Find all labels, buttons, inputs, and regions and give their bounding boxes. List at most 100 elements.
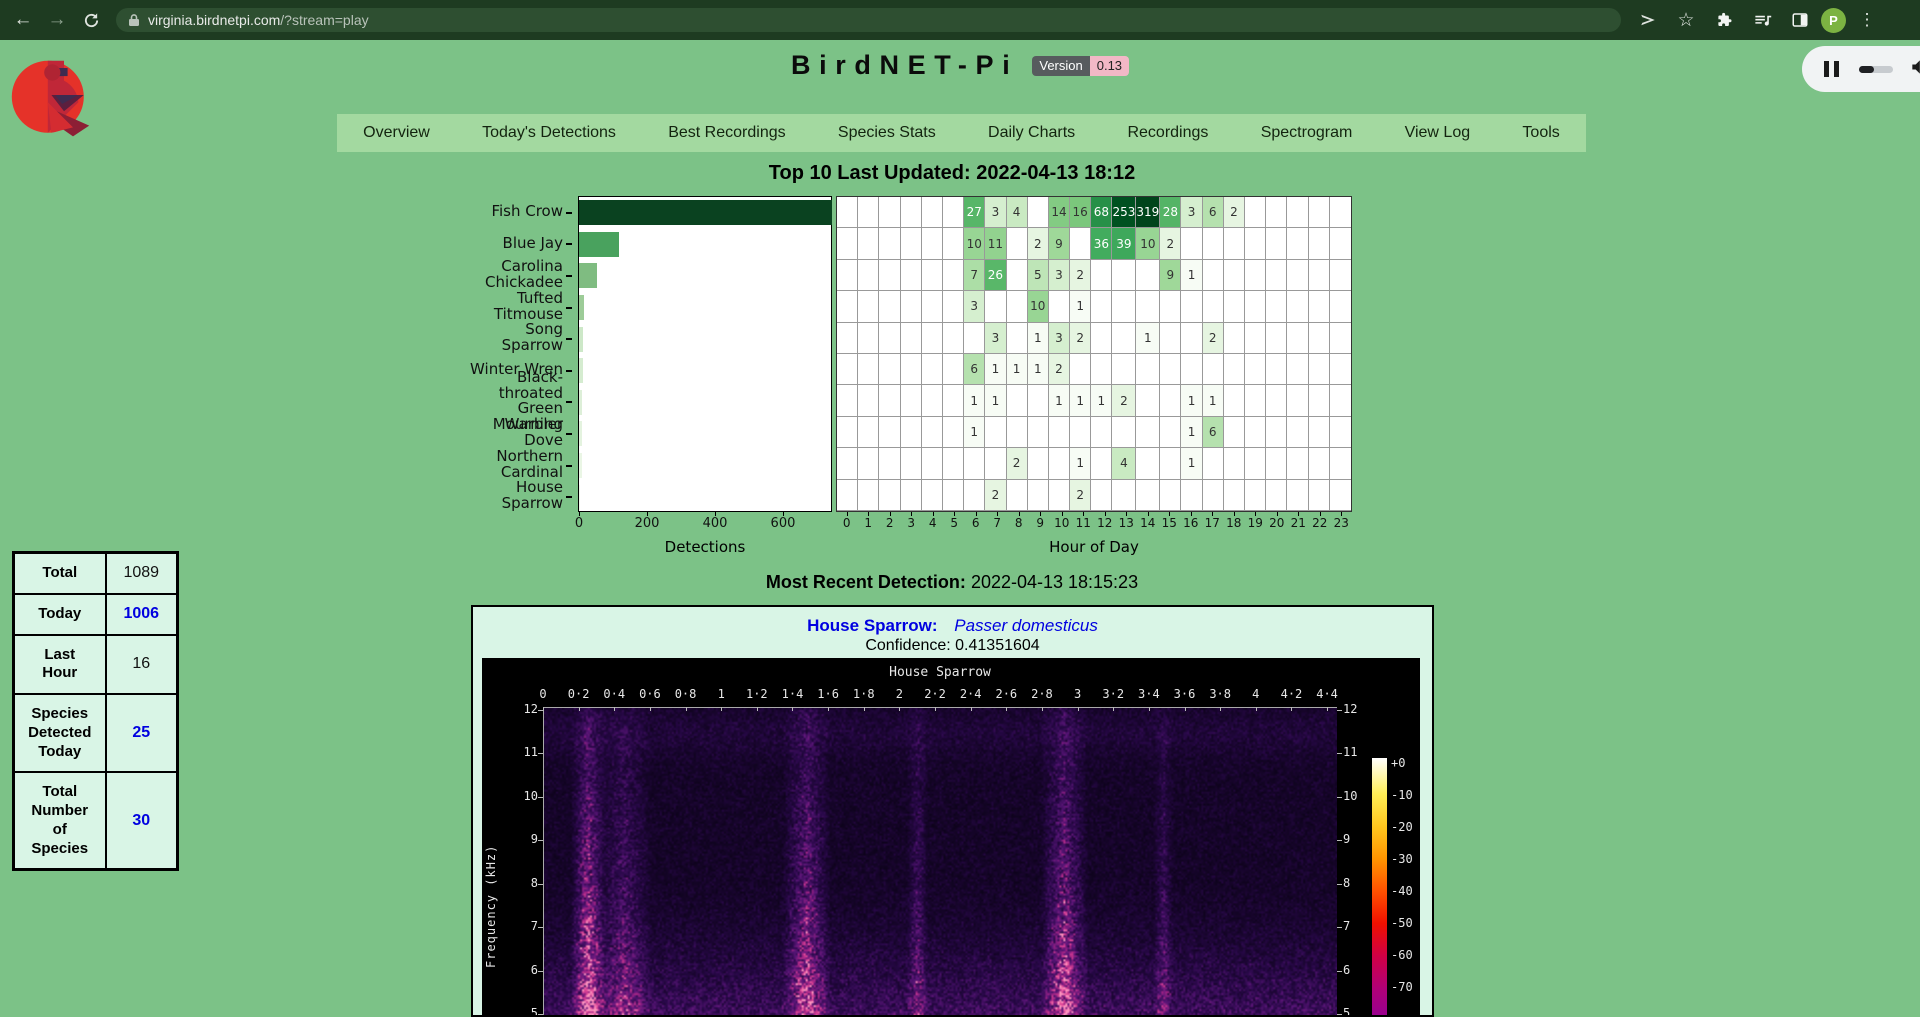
species-label: Black-throated Green Warbler bbox=[460, 386, 572, 418]
heatmap-cell bbox=[879, 448, 900, 479]
stat-value[interactable]: 30 bbox=[106, 772, 178, 870]
nav-item-spectrogram[interactable]: Spectrogram bbox=[1253, 124, 1361, 142]
spectrogram-time-tick-label: 4 bbox=[1252, 687, 1259, 701]
heatmap-cell: 2 bbox=[1224, 197, 1245, 228]
nav-item-today-s-detections[interactable]: Today's Detections bbox=[474, 124, 624, 142]
bar-tick-label: 600 bbox=[771, 516, 796, 531]
heatmap-cell: 3 bbox=[1181, 197, 1202, 228]
recent-detection-label: Most Recent Detection: bbox=[766, 572, 966, 592]
spectrogram-freq-tick-mark-right bbox=[1337, 753, 1342, 754]
heatmap-cell: 2 bbox=[1160, 228, 1181, 259]
seek-handle[interactable] bbox=[1859, 66, 1874, 73]
audio-player bbox=[1802, 46, 1920, 92]
heatmap-cell bbox=[1287, 228, 1308, 259]
reload-icon[interactable] bbox=[74, 3, 108, 37]
spectrogram-freq-tick-mark-right bbox=[1337, 840, 1342, 841]
heatmap-cell bbox=[901, 228, 922, 259]
nav-item-tools[interactable]: Tools bbox=[1514, 124, 1567, 142]
spectrogram-time-tick-mark bbox=[1149, 707, 1150, 711]
spectrogram-freq-tick-label-right: 7 bbox=[1343, 919, 1381, 933]
heatmap-cell bbox=[1224, 480, 1245, 511]
spectrogram-freq-tick-mark-left bbox=[538, 971, 543, 972]
heatmap-cell bbox=[1203, 228, 1224, 259]
species-label: Carolina Chickadee bbox=[460, 259, 572, 291]
heatmap-cell bbox=[922, 417, 943, 448]
hour-tick-label: 12 bbox=[1094, 516, 1116, 530]
hour-tick-mark bbox=[976, 512, 977, 516]
hour-tick-mark bbox=[933, 512, 934, 516]
spectrogram-freq-tick-label-right: 10 bbox=[1343, 789, 1381, 803]
heatmap-cell: 7 bbox=[964, 260, 985, 291]
nav-item-view-log[interactable]: View Log bbox=[1397, 124, 1479, 142]
url-bar[interactable]: virginia.birdnetpi.com/?stream=play bbox=[116, 8, 1621, 32]
heatmap-cell: 1 bbox=[1203, 385, 1224, 416]
stats-table: Total1089Today1006Last Hour16Species Det… bbox=[12, 551, 179, 871]
species-label: House Sparrow bbox=[460, 480, 572, 512]
spectrogram-freq-tick-mark-left bbox=[538, 753, 543, 754]
heatmap-cell bbox=[1007, 480, 1028, 511]
heatmap-cell bbox=[879, 480, 900, 511]
version-badge: Version 0.13 bbox=[1032, 56, 1129, 76]
nav-item-species-stats[interactable]: Species Stats bbox=[830, 124, 944, 142]
hour-labels: 01234567891011121314151617181920212223 bbox=[836, 516, 1352, 530]
spectrogram: House Sparrow Frequency (kHz) 00·20·40·6… bbox=[482, 658, 1420, 1017]
spectrogram-time-tick-mark bbox=[543, 707, 544, 711]
reload-glyph bbox=[83, 12, 100, 29]
recent-detection-line: Most Recent Detection: 2022-04-13 18:15:… bbox=[0, 572, 1904, 593]
browser-menu-icon[interactable]: ⋮ bbox=[1850, 3, 1884, 37]
volume-glyph bbox=[1909, 57, 1920, 77]
heatmap-cell bbox=[901, 417, 922, 448]
spectrogram-freq-tick-label-right: 8 bbox=[1343, 876, 1381, 890]
hour-tick-mark bbox=[911, 512, 912, 516]
heatmap-cell bbox=[1070, 417, 1091, 448]
profile-avatar[interactable]: P bbox=[1821, 8, 1846, 33]
stat-value[interactable]: 25 bbox=[106, 694, 178, 772]
hour-tick-mark bbox=[1255, 512, 1256, 516]
recent-detection-value: 2022-04-13 18:15:23 bbox=[971, 572, 1138, 592]
heatmap-cell bbox=[1245, 197, 1266, 228]
heatmap-cell bbox=[922, 260, 943, 291]
heatmap-cell bbox=[837, 323, 858, 354]
detection-common-name[interactable]: House Sparrow: bbox=[807, 616, 937, 635]
heatmap-cell bbox=[943, 323, 964, 354]
detection-scientific-name: Passer domesticus bbox=[954, 616, 1098, 635]
send-icon[interactable] bbox=[1631, 3, 1665, 37]
spectrogram-time-tick-mark bbox=[971, 707, 972, 711]
back-icon[interactable]: ← bbox=[6, 3, 40, 37]
heatmap-cell bbox=[1309, 197, 1330, 228]
hour-tick-label: 23 bbox=[1331, 516, 1353, 530]
hour-tick-mark bbox=[868, 512, 869, 516]
nav-item-best-recordings[interactable]: Best Recordings bbox=[660, 124, 793, 142]
heatmap-cell bbox=[901, 291, 922, 322]
spectrogram-time-tick-mark bbox=[1220, 707, 1221, 711]
spectrogram-time-tick-mark bbox=[1185, 707, 1186, 711]
bookmark-star-icon[interactable]: ☆ bbox=[1669, 3, 1703, 37]
seek-bar[interactable] bbox=[1859, 66, 1893, 73]
heatmap-cell bbox=[1330, 323, 1351, 354]
extensions-puzzle-icon[interactable] bbox=[1707, 3, 1741, 37]
media-playlist-icon[interactable] bbox=[1745, 3, 1779, 37]
heatmap-cell bbox=[1091, 417, 1112, 448]
heatmap-cell: 6 bbox=[964, 354, 985, 385]
nav-item-recordings[interactable]: Recordings bbox=[1119, 124, 1216, 142]
heatmap-cell: 1 bbox=[1136, 323, 1160, 354]
page-title: BirdNET-Pi bbox=[791, 50, 1018, 81]
nav-item-daily-charts[interactable]: Daily Charts bbox=[980, 124, 1083, 142]
heatmap-cell: 26 bbox=[985, 260, 1006, 291]
spectrogram-freq-tick-label-right: 12 bbox=[1343, 702, 1381, 716]
hour-tick-mark bbox=[1341, 512, 1342, 516]
heatmap-cell bbox=[922, 480, 943, 511]
stat-value[interactable]: 1006 bbox=[106, 594, 178, 635]
spectrogram-colorbar-tick-label: -60 bbox=[1391, 948, 1413, 962]
heatmap-cell bbox=[837, 228, 858, 259]
nav-item-overview[interactable]: Overview bbox=[355, 124, 438, 142]
forward-icon[interactable]: → bbox=[40, 3, 74, 37]
volume-icon[interactable] bbox=[1909, 57, 1920, 82]
side-panel-icon[interactable] bbox=[1783, 3, 1817, 37]
heatmap-cell: 2 bbox=[1028, 228, 1049, 259]
side-panel-glyph bbox=[1791, 11, 1809, 29]
pause-icon[interactable] bbox=[1824, 61, 1839, 77]
hour-tick-label: 18 bbox=[1223, 516, 1245, 530]
hour-tick-label: 11 bbox=[1073, 516, 1095, 530]
stat-value: 16 bbox=[106, 635, 178, 695]
